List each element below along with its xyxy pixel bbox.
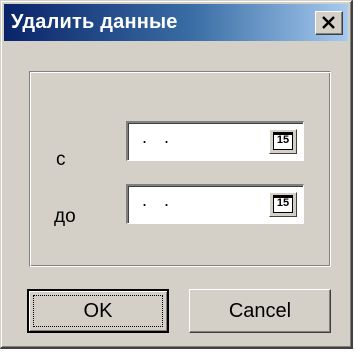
title-bar[interactable]: Удалить данные bbox=[4, 4, 348, 41]
cancel-button[interactable]: Cancel bbox=[189, 289, 331, 333]
from-date-value: . . bbox=[142, 127, 176, 147]
to-calendar-button[interactable]: 15 bbox=[269, 192, 297, 217]
date-range-group bbox=[29, 71, 331, 267]
close-button[interactable] bbox=[315, 11, 343, 35]
from-date-field[interactable]: . . 15 bbox=[126, 121, 304, 161]
window-title: Удалить данные bbox=[11, 11, 178, 33]
from-label: с bbox=[56, 149, 66, 170]
close-icon bbox=[322, 16, 335, 29]
calendar-icon-number: 15 bbox=[276, 197, 290, 209]
cancel-button-label: Cancel bbox=[228, 299, 292, 322]
to-date-value: . . bbox=[142, 190, 176, 210]
from-calendar-button[interactable]: 15 bbox=[269, 129, 297, 154]
calendar-icon: 15 bbox=[273, 132, 293, 150]
dialog-window: Удалить данные с . . 15 до . . 15 OK Can… bbox=[0, 0, 353, 349]
calendar-icon-number: 15 bbox=[276, 134, 290, 146]
ok-button-label: OK bbox=[83, 299, 113, 322]
ok-button[interactable]: OK bbox=[27, 289, 169, 333]
to-date-field[interactable]: . . 15 bbox=[126, 184, 304, 224]
calendar-icon: 15 bbox=[273, 195, 293, 213]
to-label: до bbox=[54, 206, 76, 227]
